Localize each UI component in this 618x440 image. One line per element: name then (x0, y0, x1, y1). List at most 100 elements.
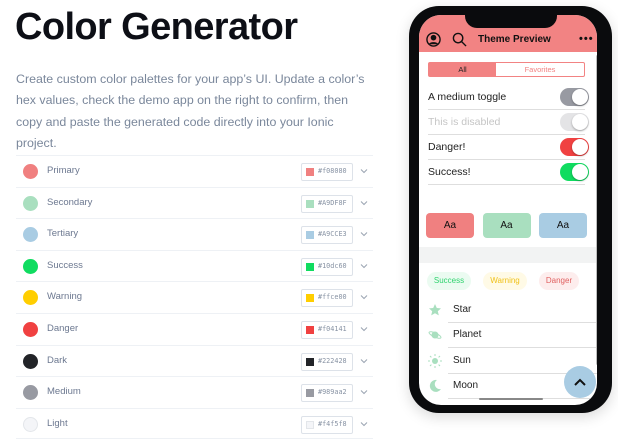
color-row: Danger #f04141 (16, 312, 373, 345)
color-row: Success #10dc60 (16, 249, 373, 282)
chevron-down-icon[interactable] (358, 291, 370, 303)
moon-icon (429, 379, 441, 392)
chip[interactable]: Danger (539, 272, 579, 290)
phone-screen: Theme Preview ••• All Favorites A medium… (419, 15, 597, 405)
toggle-switch[interactable] (560, 163, 589, 181)
segment-control: All Favorites (428, 62, 585, 77)
color-name: Danger (47, 322, 79, 334)
color-dot (23, 416, 38, 432)
chevron-down-icon[interactable] (358, 418, 370, 430)
color-row: Primary #f08080 (16, 155, 373, 187)
hex-value: #A9DF8F (318, 198, 347, 207)
color-row: Light #f4f5f8 (16, 407, 373, 440)
list-item-label: Planet (453, 329, 482, 341)
toggle-row: This is disabled (428, 110, 589, 135)
chevron-down-icon[interactable] (358, 386, 370, 398)
hex-value: #f04141 (318, 324, 347, 333)
scroll-top-button[interactable] (564, 366, 596, 398)
toggle-label: A medium toggle (428, 91, 507, 103)
chevron-down-icon[interactable] (358, 260, 370, 272)
color-dot (23, 227, 38, 243)
toggle-switch[interactable] (560, 138, 589, 156)
color-name: Dark (47, 354, 68, 366)
chevron-down-icon[interactable] (358, 355, 370, 367)
hex-input[interactable]: #f04141 (301, 320, 353, 339)
hex-input[interactable]: #222428 (301, 352, 353, 371)
color-swatch (306, 357, 314, 366)
hex-input[interactable]: #f4f5f8 (301, 415, 353, 434)
hex-input[interactable]: #10dc60 (301, 257, 353, 276)
scrollbar[interactable] (596, 55, 597, 365)
color-list: Primary #f08080 Secondary #A9DF8F Tertia… (16, 155, 373, 440)
toggle-label: Danger! (428, 141, 466, 153)
color-row: Dark #222428 (16, 344, 373, 377)
hex-input[interactable]: #A9DF8F (301, 194, 353, 213)
color-name: Light (47, 417, 68, 429)
chevron-down-icon[interactable] (358, 197, 370, 209)
color-dot (23, 164, 38, 179)
color-row: Medium #989aa2 (16, 376, 373, 408)
planet-icon (428, 331, 442, 340)
preview-title: Theme Preview (478, 34, 551, 45)
toggle-label: Success! (428, 166, 471, 178)
color-dot (23, 321, 38, 337)
list-item-label: Sun (453, 354, 471, 366)
hex-value: #f4f5f8 (318, 419, 347, 428)
hex-value: #A9CCE3 (318, 230, 347, 239)
toggle-switch (560, 113, 589, 131)
color-name: Success (47, 259, 83, 271)
star-icon (429, 304, 441, 316)
color-swatch (306, 199, 314, 208)
color-row: Warning #ffce00 (16, 281, 373, 313)
list-item[interactable]: Star (419, 298, 597, 323)
color-swatch (306, 389, 314, 398)
color-button[interactable]: Aa (426, 213, 474, 238)
search-icon[interactable] (452, 32, 467, 47)
color-dot (23, 353, 38, 369)
toggle-row: A medium toggle (428, 85, 589, 110)
hex-value: #989aa2 (318, 388, 347, 397)
hex-value: #f08080 (318, 167, 347, 175)
list-item-label: Star (453, 304, 472, 315)
toggle-switch[interactable] (560, 88, 589, 106)
hex-input[interactable]: #ffce00 (301, 289, 353, 308)
segment-all[interactable]: All (429, 63, 496, 76)
color-name: Secondary (47, 196, 93, 208)
hex-value: #ffce00 (318, 293, 347, 302)
color-swatch (306, 325, 314, 334)
page-description: Create custom color palettes for your ap… (16, 72, 365, 150)
color-name: Warning (47, 291, 83, 303)
color-button[interactable]: Aa (482, 213, 531, 238)
chip[interactable]: Warning (483, 272, 527, 290)
sun-icon (428, 353, 442, 368)
color-dot (23, 258, 38, 274)
hex-input[interactable]: #f08080 (301, 163, 353, 181)
chevron-down-icon[interactable] (358, 165, 370, 177)
color-row: Tertiary #A9CCE3 (16, 218, 373, 250)
chip[interactable]: Success (427, 272, 471, 290)
divider-band (419, 247, 597, 263)
chevron-up-icon (574, 378, 586, 386)
hex-input[interactable]: #989aa2 (301, 384, 353, 403)
color-row: Secondary #A9DF8F (16, 186, 373, 219)
segment-favorites[interactable]: Favorites (496, 63, 584, 76)
color-swatch (306, 420, 314, 429)
chevron-down-icon[interactable] (358, 228, 370, 240)
toggle-row: Danger! (428, 135, 589, 160)
color-swatch (306, 168, 314, 176)
color-dot (23, 290, 38, 306)
chevron-down-icon[interactable] (358, 323, 370, 335)
color-dot (23, 385, 38, 401)
list-item[interactable]: Planet (419, 323, 597, 349)
color-swatch (306, 294, 314, 303)
more-icon[interactable]: ••• (579, 33, 594, 45)
color-button[interactable]: Aa (539, 213, 587, 238)
hex-value: #10dc60 (318, 261, 347, 270)
color-name: Medium (47, 386, 81, 398)
hex-input[interactable]: #A9CCE3 (301, 226, 353, 245)
color-swatch (306, 231, 314, 240)
user-avatar-icon[interactable] (426, 32, 441, 47)
list-item-label: Moon (453, 379, 479, 391)
page-title: Color Generator (15, 6, 298, 48)
color-dot (23, 195, 38, 211)
